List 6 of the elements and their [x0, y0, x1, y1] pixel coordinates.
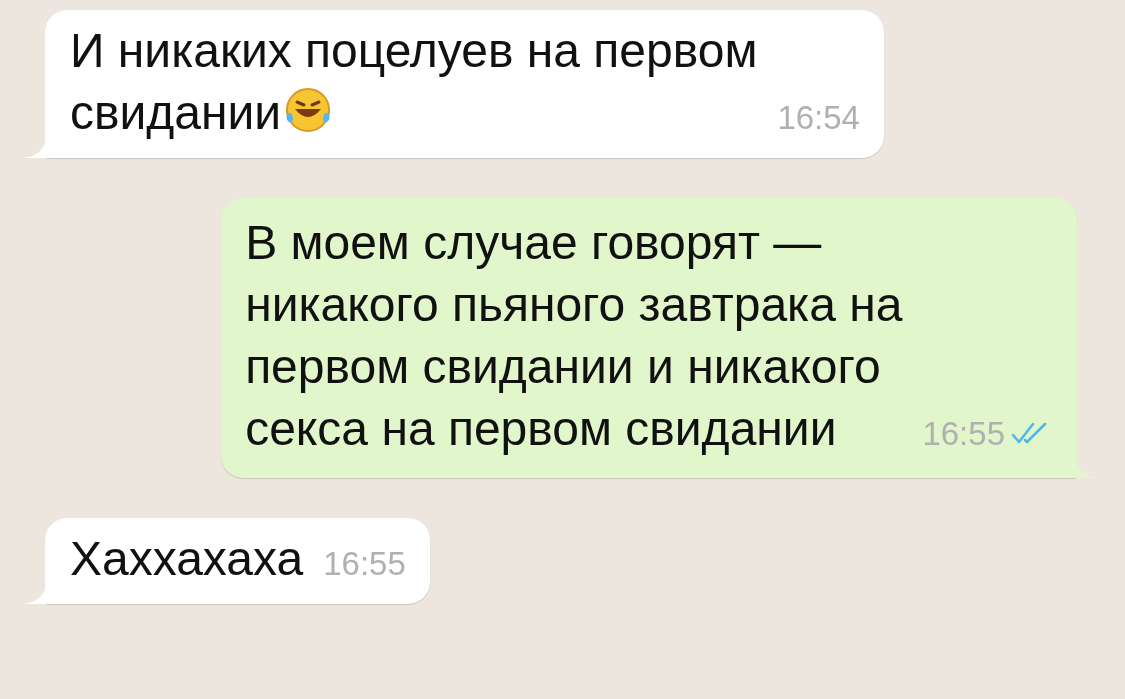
message-text: В моем случае говорят — никакого пьяного завтрака на первом свидании и никакого секса на первом свидании [245, 215, 903, 457]
message-time: 16:54 [777, 97, 860, 138]
message-text: И никаких поцелуев на первом свидании [70, 23, 758, 141]
message-time: 16:55 [922, 413, 1005, 454]
message-time: 16:55 [323, 543, 406, 584]
message-text: Хаххахаха [70, 531, 304, 587]
